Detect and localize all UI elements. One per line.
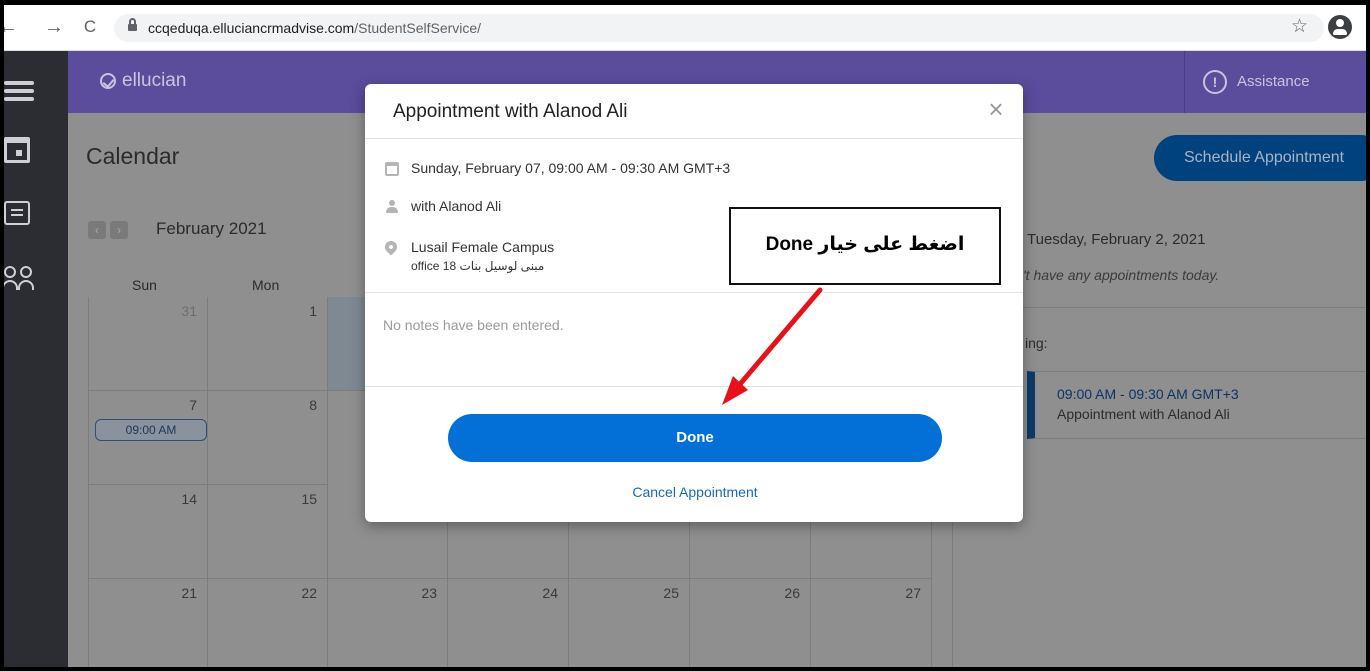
modal-divider — [365, 138, 1023, 139]
calendar-day-cell[interactable]: 31 — [88, 297, 208, 391]
upcoming-appointment-title: Appointment with Alanod Ali — [1057, 406, 1230, 422]
location-pin-icon — [382, 238, 400, 256]
screenshot-frame: ← → C ccqeduqa.elluciancrmadvise.com/Stu… — [4, 5, 1366, 667]
calendar-day-cell[interactable]: 1 — [208, 297, 328, 391]
upcoming-appointment-item[interactable]: 09:00 AM - 09:30 AM GMT+3 Appointment wi… — [1027, 371, 1366, 439]
url-text: ccqeduqa.elluciancrmadvise.com/StudentSe… — [148, 20, 481, 36]
address-bar[interactable]: ccqeduqa.elluciancrmadvise.com/StudentSe… — [114, 14, 1324, 42]
back-arrow-icon[interactable]: ← — [4, 15, 20, 39]
notes-text: No notes have been entered. — [383, 317, 564, 333]
browser-toolbar: ← → C ccqeduqa.elluciancrmadvise.com/Stu… — [4, 5, 1366, 51]
calendar-day-cell[interactable]: 25 — [569, 579, 690, 667]
people-nav-icon[interactable] — [4, 266, 36, 294]
menu-hamburger-icon[interactable] — [4, 51, 68, 127]
appointment-with: with Alanod Ali — [411, 198, 502, 214]
ellucian-logo-icon — [100, 73, 116, 89]
appointment-modal: Appointment with Alanod Ali × Sunday, Fe… — [365, 84, 1023, 522]
day-of-week-header: Mon — [252, 277, 280, 293]
calendar-day-cell[interactable]: 24 — [448, 579, 569, 667]
app-sidebar — [4, 51, 68, 667]
close-icon[interactable]: × — [983, 96, 1009, 122]
person-icon — [385, 200, 399, 214]
profile-avatar-icon[interactable] — [1328, 15, 1352, 39]
calendar-icon — [385, 162, 399, 176]
calendar-day-cell[interactable]: 14 — [88, 485, 208, 579]
modal-divider — [365, 292, 1023, 293]
calendar-day-cell[interactable]: 22 — [208, 579, 328, 667]
cancel-appointment-link[interactable]: Cancel Appointment — [365, 484, 1025, 500]
prev-month-button[interactable]: ‹ — [88, 221, 106, 239]
selected-date-heading: Tuesday, February 2, 2021 — [1027, 231, 1206, 248]
alert-circle-icon: ! — [1203, 70, 1227, 94]
calendar-nav-icon[interactable] — [4, 137, 30, 163]
calendar-day-cell[interactable]: 15 — [208, 485, 328, 579]
upcoming-appointment-time: 09:00 AM - 09:30 AM GMT+3 — [1057, 386, 1239, 402]
month-label: February 2021 — [156, 219, 267, 238]
url-path: /StudentSelfService/ — [354, 20, 482, 36]
instruction-text: اضغط على خيار Done — [765, 234, 965, 255]
modal-title: Appointment with Alanod Ali — [393, 101, 628, 122]
calendar-day-cell[interactable]: 23 — [328, 579, 448, 667]
forward-arrow-icon[interactable]: → — [42, 15, 66, 39]
page-title: Calendar — [86, 143, 180, 169]
ellucian-logo-text: ellucian — [122, 70, 187, 91]
calendar-day-cell[interactable]: 26 — [690, 579, 811, 667]
calendar-day-cell[interactable]: 7 09:00 AM — [88, 391, 208, 485]
calendar-day-cell[interactable]: 21 — [88, 579, 208, 667]
schedule-appointment-button[interactable]: Schedule Appointment — [1154, 135, 1366, 181]
next-month-button[interactable]: › — [110, 221, 128, 239]
done-button[interactable]: Done — [448, 414, 942, 462]
upcoming-label: ing: — [1025, 335, 1048, 351]
assistance-label: Assistance — [1237, 73, 1310, 90]
no-appointments-text: 't have any appointments today. — [1023, 267, 1220, 283]
instruction-callout: اضغط على خيار Done — [729, 207, 1001, 285]
appointment-location: Lusail Female Campus — [411, 239, 555, 255]
appointment-datetime: Sunday, February 07, 09:00 AM - 09:30 AM… — [411, 160, 731, 176]
calendar-day-cell[interactable]: 27 — [811, 579, 932, 667]
bookmark-star-icon[interactable]: ☆ — [1291, 15, 1308, 38]
reload-icon[interactable]: C — [78, 15, 102, 39]
appointment-office: office 18 مبنى لوسيل بنات — [411, 259, 545, 273]
day-of-week-header: Sun — [132, 277, 157, 293]
assistance-button[interactable]: ! Assistance — [1184, 51, 1366, 113]
url-host: ccqeduqa.elluciancrmadvise.com — [148, 20, 355, 36]
appointment-chip[interactable]: 09:00 AM — [95, 419, 207, 441]
lock-icon — [128, 18, 137, 32]
calendar-day-cell[interactable]: 8 — [208, 391, 328, 485]
modal-divider — [365, 386, 1023, 387]
messages-nav-icon[interactable] — [4, 201, 30, 225]
